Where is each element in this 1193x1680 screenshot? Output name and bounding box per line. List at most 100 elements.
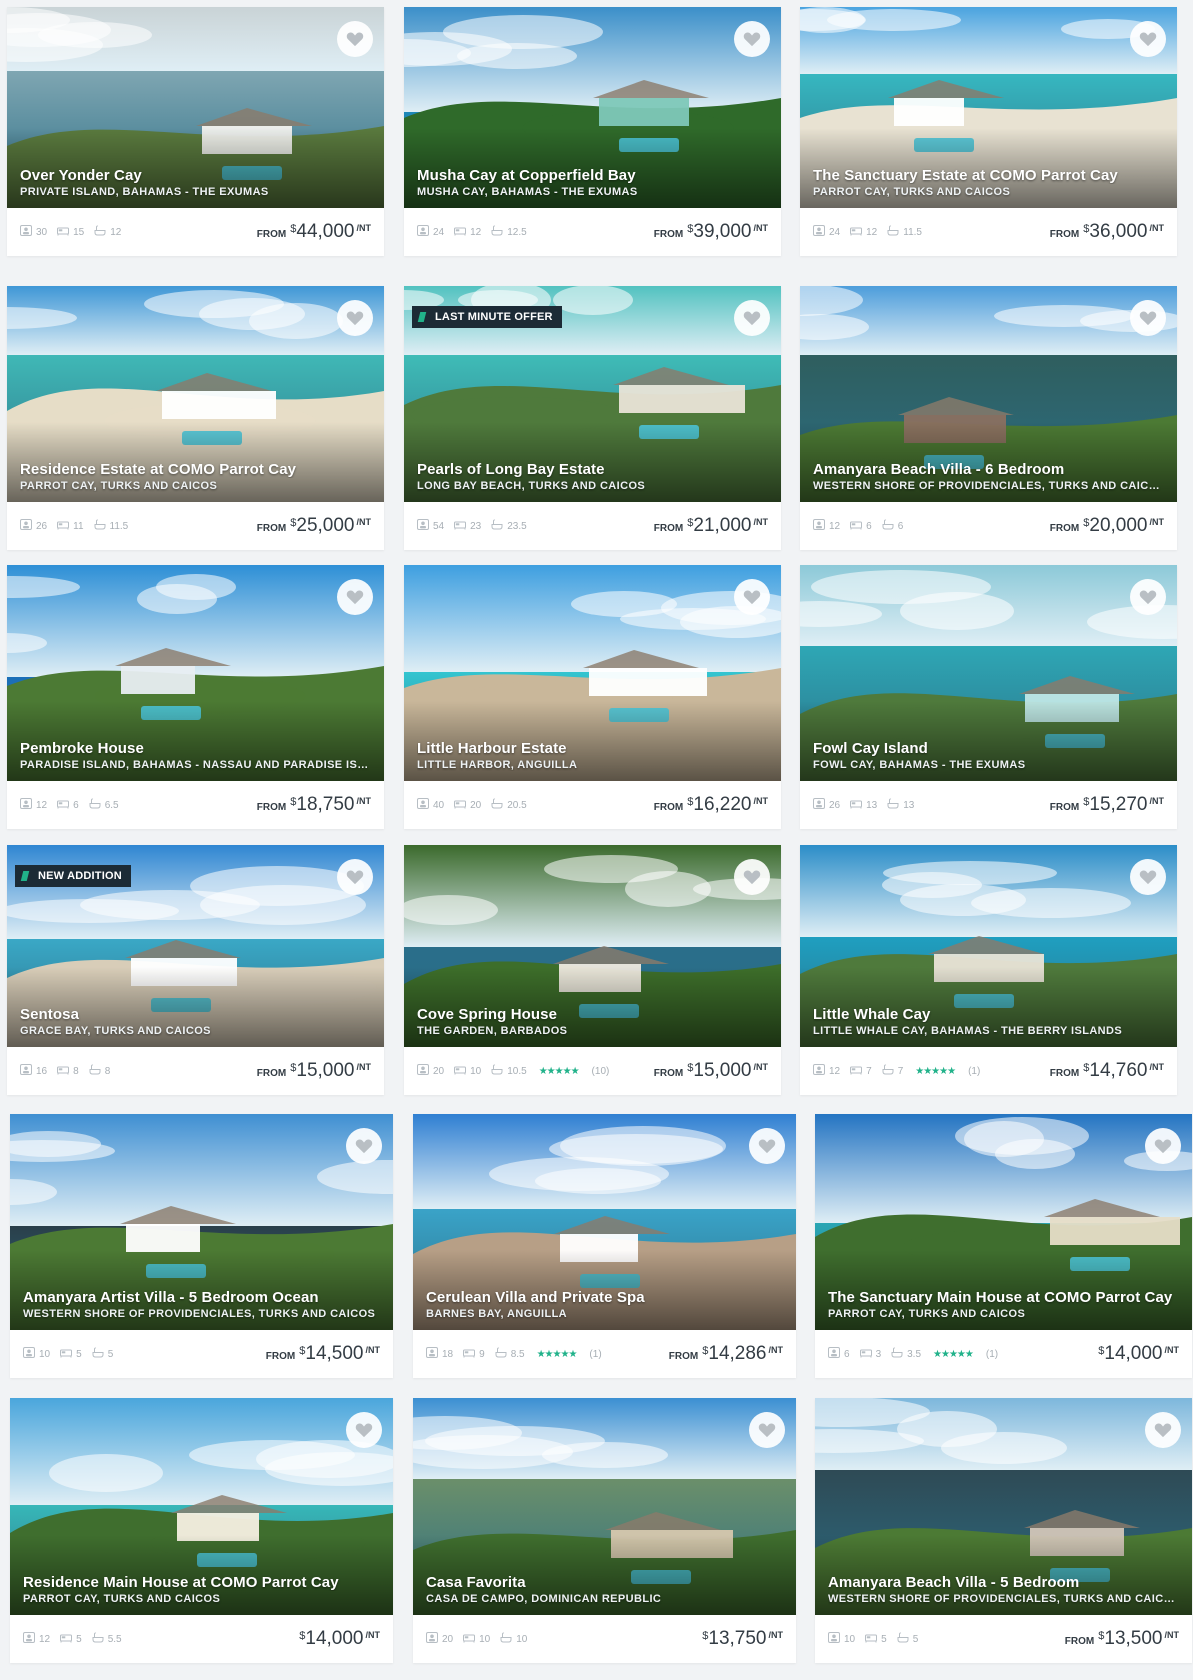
price-from: FROM [1049,229,1080,240]
listing-name[interactable]: Pembroke House [20,740,370,757]
listing-card[interactable]: LAST MINUTE OFFER Pearls of Long Bay Esta… [404,286,781,550]
listing-photo[interactable]: Little Harbour Estate LITTLE HARBOR, ANGU… [404,565,781,781]
listing-photo[interactable]: Cerulean Villa and Private Spa BARNES BAY… [413,1114,796,1330]
listing-name[interactable]: Casa Favorita [426,1574,782,1591]
favorite-button[interactable] [337,300,373,336]
listing-photo[interactable]: Residence Estate at COMO Parrot Cay PARRO… [7,286,384,502]
listing-photo[interactable]: Amanyara Beach Villa - 5 Bedroom WESTERN … [815,1398,1192,1615]
listings-grid: Over Yonder Cay PRIVATE ISLAND, BAHAMAS -… [0,0,1193,1680]
listing-name[interactable]: Over Yonder Cay [20,167,370,184]
listing-card[interactable]: Fowl Cay Island FOWL CAY, BAHAMAS - THE E… [800,565,1177,829]
listing-photo[interactable]: The Sanctuary Estate at COMO Parrot Cay P… [800,7,1177,208]
price-unit: /NT [753,1062,769,1072]
guests-spec: 6 [828,1347,850,1361]
baths-count: 6.5 [104,799,119,811]
listing-photo[interactable]: Amanyara Artist Villa - 5 Bedroom Ocean W… [10,1114,393,1330]
listing-name[interactable]: Amanyara Artist Villa - 5 Bedroom Ocean [23,1289,379,1306]
favorite-button[interactable] [1145,1412,1181,1448]
listing-photo[interactable]: Casa Favorita CASA DE CAMPO, DOMINICAN RE… [413,1398,796,1615]
favorite-button[interactable] [346,1412,382,1448]
listing-card[interactable]: Cerulean Villa and Private Spa BARNES BAY… [413,1114,796,1378]
favorite-button[interactable] [1145,1128,1181,1164]
favorite-button[interactable] [1130,579,1166,615]
listing-name[interactable]: Sentosa [20,1006,370,1023]
listing-location: WESTERN SHORE OF PROVIDENCIALES, TURKS A… [828,1593,1178,1605]
price-amount: 14,760 [1089,1060,1148,1081]
listing-photo[interactable]: LAST MINUTE OFFER Pearls of Long Bay Esta… [404,286,781,502]
listing-name[interactable]: The Sanctuary Estate at COMO Parrot Cay [813,167,1163,184]
listing-name[interactable]: Musha Cay at Copperfield Bay [417,167,767,184]
listing-footer: 24 12 12.5 FROM $39,000/NT [404,208,781,256]
listing-card[interactable]: Little Harbour Estate LITTLE HARBOR, ANGU… [404,565,781,829]
listing-photo[interactable]: Over Yonder Cay PRIVATE ISLAND, BAHAMAS -… [7,7,384,208]
favorite-button[interactable] [1130,300,1166,336]
listing-card[interactable]: The Sanctuary Estate at COMO Parrot Cay P… [800,7,1177,256]
listing-photo[interactable]: Pembroke House PARADISE ISLAND, BAHAMAS -… [7,565,384,781]
listing-name[interactable]: Residence Estate at COMO Parrot Cay [20,461,370,478]
guests-spec: 12 [813,519,840,533]
baths-spec: 5.5 [92,1632,122,1646]
favorite-button[interactable] [337,859,373,895]
listing-card[interactable]: The Sanctuary Main House at COMO Parrot … [815,1114,1192,1378]
listing-card[interactable]: Pembroke House PARADISE ISLAND, BAHAMAS -… [7,565,384,829]
listing-card[interactable]: Residence Estate at COMO Parrot Cay PARRO… [7,286,384,550]
bath-icon [897,1632,909,1646]
listing-card[interactable]: Casa Favorita CASA DE CAMPO, DOMINICAN RE… [413,1398,796,1663]
listing-name[interactable]: Little Whale Cay [813,1006,1163,1023]
baths-spec: 11.5 [887,225,922,239]
listing-card[interactable]: Musha Cay at Copperfield Bay MUSHA CAY, B… [404,7,781,256]
listing-photo[interactable]: Residence Main House at COMO Parrot Cay P… [10,1398,393,1615]
bedrooms-spec: 7 [850,1064,872,1078]
price-amount: 15,000 [693,1060,752,1081]
listing-photo[interactable]: NEW ADDITION Sentosa GRACE BAY, TURKS AND … [7,845,384,1047]
listing-photo[interactable]: Fowl Cay Island FOWL CAY, BAHAMAS - THE E… [800,565,1177,781]
price-amount: 15,000 [296,1060,355,1081]
guests-icon [20,519,32,533]
review-count[interactable]: (1) [986,1349,998,1360]
favorite-button[interactable] [734,859,770,895]
listing-photo[interactable]: Amanyara Beach Villa - 6 Bedroom WESTERN … [800,286,1177,502]
favorite-button[interactable] [1130,859,1166,895]
listing-location: PARROT CAY, TURKS AND CAICOS [20,480,218,492]
listing-card[interactable]: Amanyara Artist Villa - 5 Bedroom Ocean W… [10,1114,393,1378]
guests-count: 16 [36,1065,48,1077]
listing-card[interactable]: Residence Main House at COMO Parrot Cay P… [10,1398,393,1663]
review-count[interactable]: (1) [589,1349,601,1360]
listing-name[interactable]: Cerulean Villa and Private Spa [426,1289,782,1306]
favorite-button[interactable] [734,579,770,615]
heart-icon [1139,870,1157,885]
listing-card[interactable]: Over Yonder Cay PRIVATE ISLAND, BAHAMAS -… [7,7,384,256]
listing-name[interactable]: Residence Main House at COMO Parrot Cay [23,1574,379,1591]
review-count[interactable]: (10) [592,1066,610,1077]
listing-name[interactable]: Amanyara Beach Villa - 6 Bedroom [813,461,1163,478]
listing-location: LONG BAY BEACH, TURKS AND CAICOS [417,480,646,492]
listing-name[interactable]: Pearls of Long Bay Estate [417,461,767,478]
review-count[interactable]: (1) [968,1066,980,1077]
listing-card[interactable]: NEW ADDITION Sentosa GRACE BAY, TURKS AND … [7,845,384,1095]
favorite-button[interactable] [734,21,770,57]
listing-card[interactable]: Cove Spring House THE GARDEN, BARBADOS 20 1… [404,845,781,1095]
listing-name[interactable]: The Sanctuary Main House at COMO Parrot … [828,1289,1178,1306]
listing-specs: 12 7 7 ★★★★★ (1) [813,1064,980,1078]
listing-photo[interactable]: Cove Spring House THE GARDEN, BARBADOS [404,845,781,1047]
listing-photo[interactable]: The Sanctuary Main House at COMO Parrot … [815,1114,1192,1330]
price-unit: /NT [753,796,769,806]
bedrooms-spec: 13 [850,798,877,812]
favorite-button[interactable] [749,1128,785,1164]
favorite-button[interactable] [749,1412,785,1448]
favorite-button[interactable] [1130,21,1166,57]
favorite-button[interactable] [346,1128,382,1164]
favorite-button[interactable] [337,579,373,615]
listing-photo[interactable]: Little Whale Cay LITTLE WHALE CAY, BAHAMA… [800,845,1177,1047]
favorite-button[interactable] [337,21,373,57]
listing-card[interactable]: Amanyara Beach Villa - 6 Bedroom WESTERN … [800,286,1177,550]
favorite-button[interactable] [734,300,770,336]
listing-name[interactable]: Fowl Cay Island [813,740,1163,757]
listing-name[interactable]: Amanyara Beach Villa - 5 Bedroom [828,1574,1178,1591]
listing-name[interactable]: Cove Spring House [417,1006,767,1023]
listing-card[interactable]: Little Whale Cay LITTLE WHALE CAY, BAHAMA… [800,845,1177,1095]
guests-count: 54 [433,520,445,532]
listing-card[interactable]: Amanyara Beach Villa - 5 Bedroom WESTERN … [815,1398,1192,1663]
listing-photo[interactable]: Musha Cay at Copperfield Bay MUSHA CAY, B… [404,7,781,208]
listing-name[interactable]: Little Harbour Estate [417,740,767,757]
